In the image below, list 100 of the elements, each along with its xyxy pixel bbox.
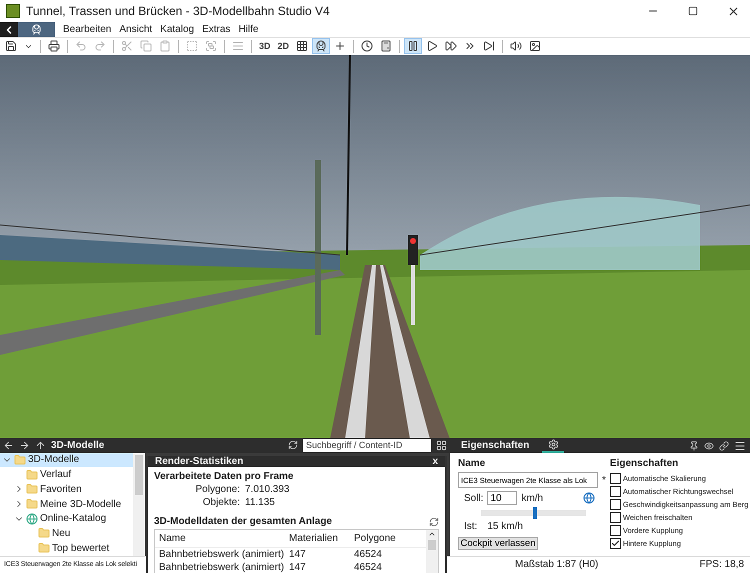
folder-icon bbox=[14, 454, 26, 466]
globe-icon bbox=[26, 512, 38, 525]
forward-icon[interactable] bbox=[19, 440, 30, 451]
image-icon bbox=[529, 40, 542, 52]
step-icon bbox=[483, 40, 496, 52]
tree-item[interactable]: Favoriten bbox=[0, 482, 133, 497]
close-button[interactable]: x bbox=[432, 456, 438, 467]
panel-title: 3D-Modelle bbox=[51, 440, 106, 451]
speed-value: 15 km/h bbox=[487, 521, 523, 532]
pause-icon bbox=[407, 40, 420, 52]
slider-thumb[interactable] bbox=[532, 507, 537, 519]
scroll-up-icon[interactable] bbox=[428, 530, 436, 538]
section-title: 3D-Modelldaten der gesamten Anlage bbox=[154, 516, 332, 527]
tree-item[interactable]: Verlauf bbox=[0, 467, 133, 482]
train-button[interactable] bbox=[312, 38, 330, 54]
calculator-icon bbox=[380, 40, 392, 52]
settings-tab[interactable] bbox=[542, 438, 564, 453]
section-title: Eigenschaften bbox=[610, 458, 680, 469]
refresh-icon[interactable] bbox=[429, 516, 439, 526]
folder-icon bbox=[38, 542, 50, 554]
tree-item[interactable]: Neu bbox=[0, 526, 133, 541]
back-button[interactable] bbox=[0, 22, 18, 37]
selection-icon bbox=[186, 40, 198, 52]
menu-item[interactable]: Ansicht bbox=[115, 24, 156, 35]
clock-icon bbox=[361, 40, 374, 52]
field-label: Soll: bbox=[464, 492, 484, 504]
paste-icon bbox=[159, 40, 171, 52]
tree-item[interactable]: Meine 3D-Modelle bbox=[0, 496, 133, 512]
speed-slider[interactable] bbox=[481, 510, 586, 516]
table-cell-text: 147 bbox=[288, 561, 307, 573]
checkbox[interactable] bbox=[610, 498, 621, 510]
train-icon bbox=[31, 24, 42, 35]
folder-icon bbox=[38, 527, 50, 540]
checkbox[interactable] bbox=[610, 472, 621, 484]
check-icon bbox=[610, 538, 620, 548]
stat-label: Objekte: bbox=[202, 497, 240, 508]
modified-mark: * bbox=[602, 474, 606, 486]
redo-icon bbox=[94, 40, 106, 52]
scrollbar[interactable] bbox=[426, 530, 438, 573]
volume-icon bbox=[510, 40, 522, 52]
scroll-thumb[interactable] bbox=[428, 540, 436, 550]
field-label: Ist: bbox=[464, 521, 478, 532]
table-cell-text: 46524 bbox=[353, 561, 383, 573]
grid-icon bbox=[296, 40, 308, 52]
fps-text: FPS: 18,8 bbox=[700, 559, 744, 570]
app-icon bbox=[6, 4, 20, 18]
refresh-icon[interactable] bbox=[288, 440, 298, 450]
print-icon bbox=[48, 40, 60, 52]
column-header[interactable]: Name bbox=[155, 530, 285, 548]
up-icon[interactable] bbox=[35, 440, 46, 451]
train-tab[interactable] bbox=[18, 22, 55, 37]
table-cell-text: Bahnbetriebswerk (animiert) bbox=[158, 561, 285, 573]
tree-item[interactable]: Top bewertet bbox=[0, 540, 133, 556]
grid-icon[interactable] bbox=[436, 440, 447, 451]
table-cell-text: Bahnbetriebswerk (animiert) bbox=[158, 548, 285, 561]
align-icon bbox=[232, 40, 244, 52]
tree-item[interactable]: Online-Katalog bbox=[0, 511, 133, 526]
menu-item[interactable]: Hilfe bbox=[234, 24, 262, 35]
speed-field[interactable]: 10 bbox=[487, 491, 518, 505]
search-field[interactable]: Suchbegriff / Content-ID bbox=[303, 438, 431, 452]
view-mode-button[interactable]: 3D bbox=[256, 38, 274, 54]
scrollbar[interactable] bbox=[133, 452, 145, 556]
pause-button[interactable] bbox=[404, 38, 422, 54]
section-title: Verarbeitete Daten pro Frame bbox=[154, 471, 294, 482]
menu-item[interactable]: Extras bbox=[198, 24, 234, 35]
leave-cockpit-button[interactable]: Cockpit verlassen bbox=[458, 537, 538, 550]
eye-icon[interactable] bbox=[704, 440, 714, 450]
maximize-icon bbox=[688, 6, 698, 16]
group-icon bbox=[205, 40, 217, 52]
stat-value: 7.010.393 bbox=[245, 484, 290, 495]
close-icon bbox=[726, 4, 740, 18]
stat-label: Polygone: bbox=[194, 484, 240, 495]
back-icon[interactable] bbox=[3, 440, 14, 451]
save-icon bbox=[5, 40, 17, 52]
checkbox[interactable] bbox=[610, 512, 621, 522]
play-icon bbox=[426, 40, 438, 52]
window-title: Render-Statistiken bbox=[155, 456, 244, 467]
menu-item[interactable]: Bearbeiten bbox=[59, 24, 116, 35]
pin-icon[interactable] bbox=[689, 440, 699, 450]
cut-icon bbox=[121, 40, 133, 52]
plus-icon bbox=[334, 40, 346, 52]
link-icon[interactable] bbox=[719, 440, 729, 450]
table-cell-text: 46524 bbox=[353, 548, 383, 561]
folder-icon bbox=[26, 498, 38, 510]
checkbox[interactable] bbox=[610, 538, 621, 548]
checkbox[interactable] bbox=[610, 486, 621, 496]
undo-icon bbox=[75, 40, 87, 52]
scroll-thumb[interactable] bbox=[135, 454, 143, 495]
copy-icon bbox=[140, 40, 152, 52]
table-cell-text: 147 bbox=[288, 548, 307, 561]
folder-icon bbox=[26, 468, 38, 481]
tree-item[interactable]: 3D-Modelle bbox=[0, 452, 133, 468]
field-label: Name bbox=[458, 458, 486, 469]
menu-item[interactable]: Katalog bbox=[156, 24, 198, 35]
checkbox[interactable] bbox=[610, 524, 621, 536]
window-title: Tunnel, Trassen und Brücken - 3D-Modellbahn Studio V4 bbox=[26, 4, 331, 18]
view-mode-button[interactable]: 2D bbox=[274, 38, 292, 54]
column-header[interactable]: Materialien bbox=[285, 530, 350, 548]
menu-icon[interactable] bbox=[734, 440, 746, 452]
scale-text: Maßstab 1:87 (H0) bbox=[515, 559, 598, 570]
